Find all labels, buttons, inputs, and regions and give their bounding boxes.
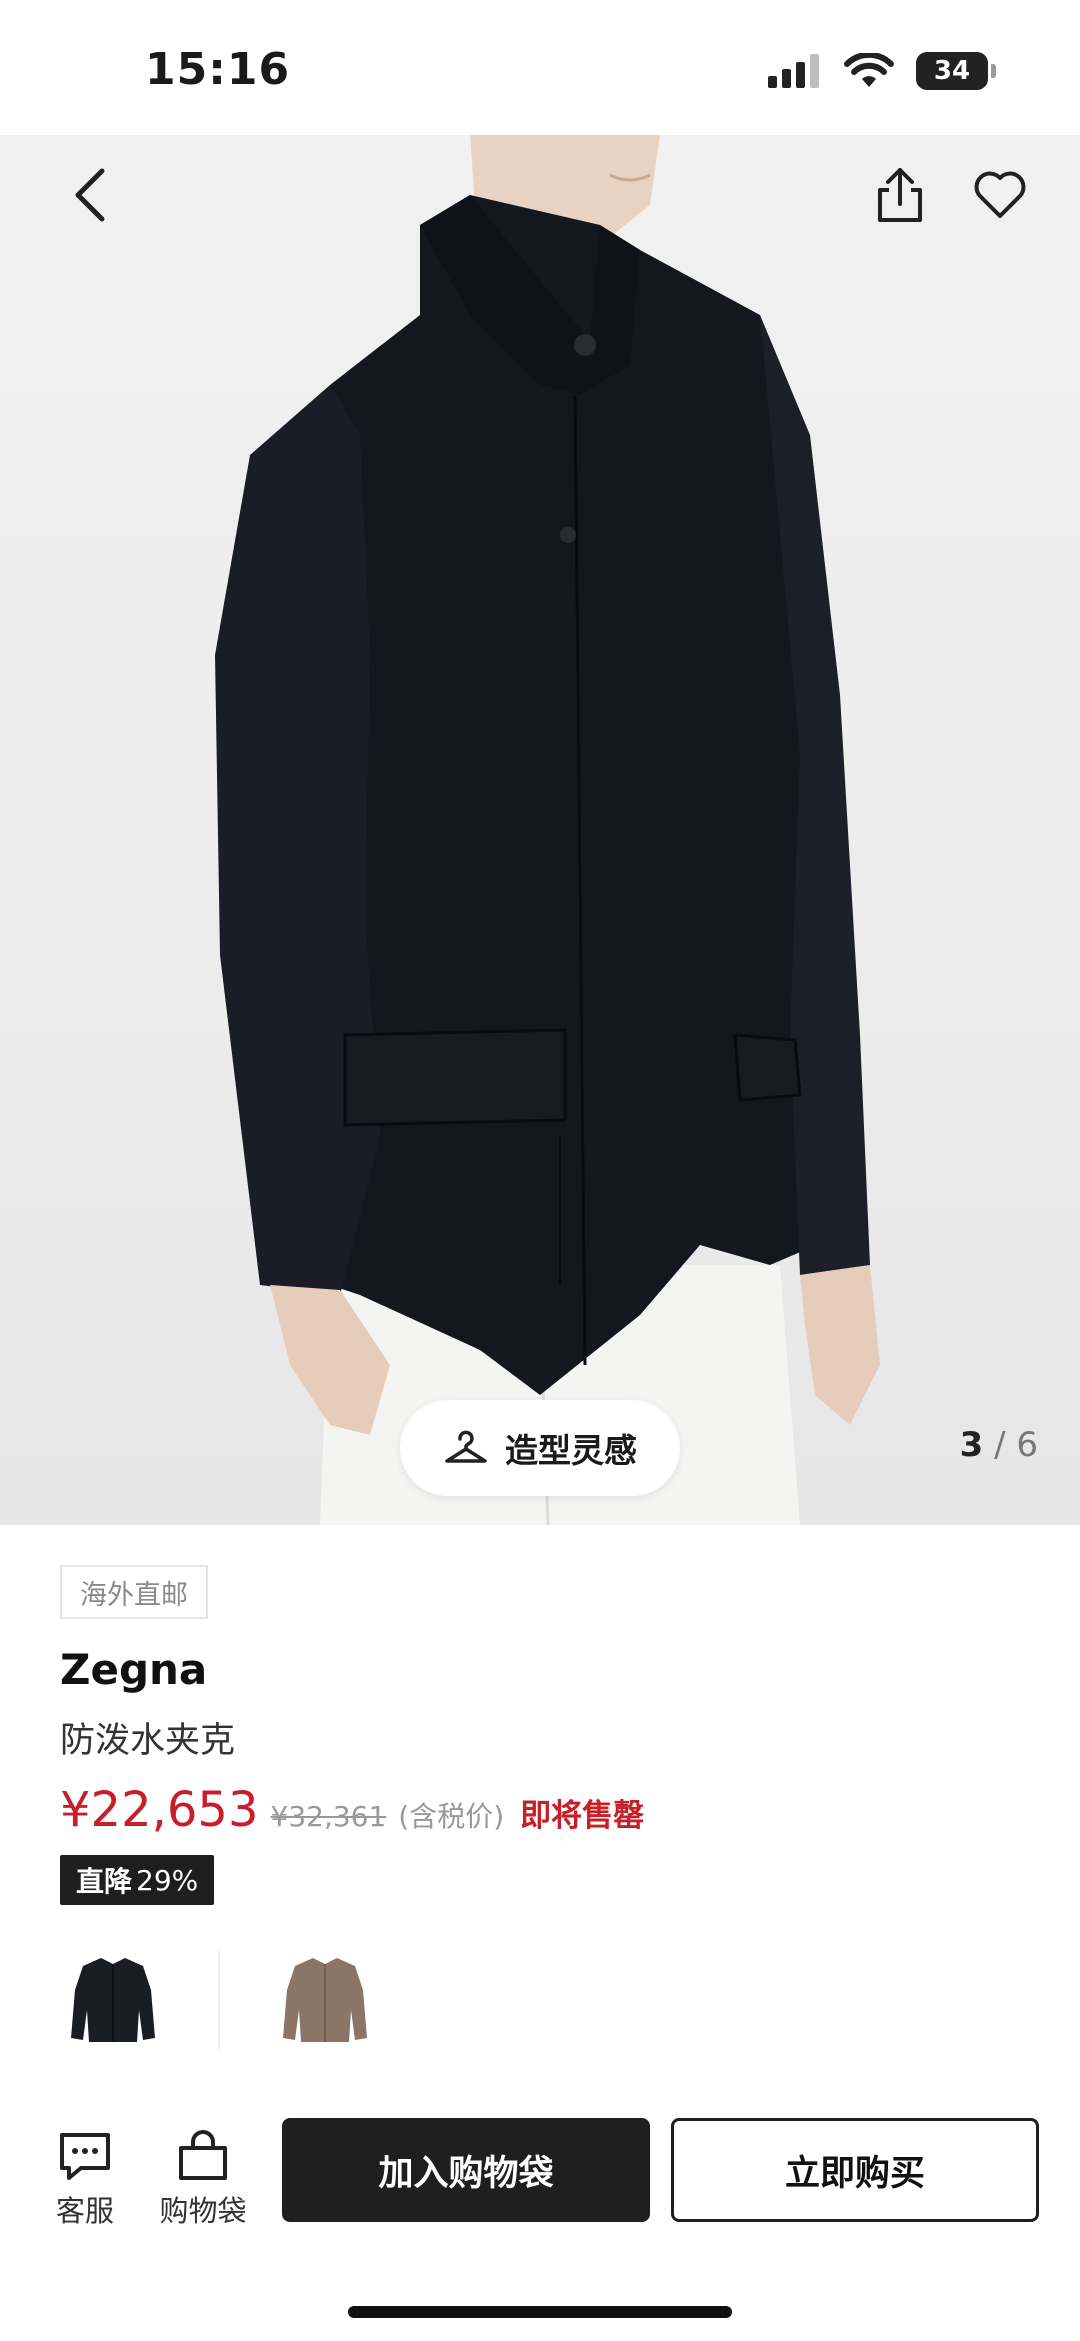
product-name: 防泼水夹克 bbox=[60, 1721, 236, 1761]
buy-now-button[interactable]: 立即购买 bbox=[671, 2118, 1039, 2222]
pager-total: 6 bbox=[1016, 1425, 1038, 1465]
chevron-left-icon bbox=[75, 168, 105, 222]
wifi-icon bbox=[844, 53, 894, 87]
color-swatches bbox=[48, 1940, 390, 2060]
home-indicator[interactable] bbox=[348, 2306, 732, 2318]
pager-separator: / bbox=[994, 1425, 1006, 1465]
pager-current: 3 bbox=[959, 1425, 984, 1465]
swatch-brown[interactable] bbox=[260, 1940, 390, 2060]
price-row: ¥22,653 ¥32,361 (含税价) 即将售罄 bbox=[60, 1782, 644, 1838]
hanger-icon bbox=[445, 1430, 487, 1463]
favorite-button[interactable] bbox=[958, 155, 1042, 235]
stock-status: 即将售罄 bbox=[520, 1798, 645, 1834]
style-inspiration-label: 造型灵感 bbox=[505, 1431, 637, 1470]
overseas-direct-tag: 海外直邮 bbox=[60, 1565, 208, 1619]
discount-value: 29% bbox=[136, 1863, 199, 1897]
signal-icon bbox=[768, 54, 819, 88]
bottom-action-bar: 客服 购物袋 加入购物袋 立即购买 bbox=[0, 2090, 1080, 2270]
heart-icon bbox=[974, 171, 1026, 218]
product-image-gallery[interactable]: 造型灵感 3 / 6 bbox=[0, 135, 1080, 1525]
status-bar: 15:16 34 bbox=[0, 0, 1080, 135]
shopping-bag-label: 购物袋 bbox=[159, 2194, 247, 2228]
status-time: 15:16 bbox=[145, 44, 291, 95]
jacket-thumbnail-brown bbox=[283, 1958, 367, 2042]
discount-badge: 直降 29% bbox=[60, 1855, 215, 1905]
jacket-thumbnail-black bbox=[71, 1958, 155, 2042]
swatch-divider bbox=[218, 1950, 220, 2050]
customer-service-button[interactable]: 客服 bbox=[30, 2130, 140, 2230]
original-price: ¥32,361 bbox=[270, 1800, 387, 1833]
status-icons: 34 bbox=[768, 52, 996, 90]
image-pager: 3 / 6 bbox=[960, 1425, 1038, 1465]
current-price: ¥22,653 bbox=[60, 1782, 259, 1838]
swatch-black[interactable] bbox=[48, 1940, 178, 2060]
battery-level: 34 bbox=[933, 56, 971, 86]
discount-prefix: 直降 bbox=[76, 1865, 133, 1898]
share-icon bbox=[878, 168, 922, 222]
product-brand[interactable]: Zegna bbox=[60, 1645, 207, 1694]
chat-icon bbox=[60, 2133, 110, 2180]
shopping-bag-icon bbox=[179, 2130, 227, 2180]
product-photo bbox=[215, 135, 880, 1525]
style-inspiration-button[interactable]: 造型灵感 bbox=[400, 1400, 680, 1496]
add-to-bag-button[interactable]: 加入购物袋 bbox=[282, 2118, 650, 2222]
back-button[interactable] bbox=[50, 155, 130, 235]
shopping-bag-button[interactable]: 购物袋 bbox=[148, 2130, 258, 2230]
battery-icon: 34 bbox=[916, 52, 996, 90]
share-button[interactable] bbox=[860, 155, 940, 235]
customer-service-label: 客服 bbox=[55, 2194, 114, 2228]
tax-included-note: (含税价) bbox=[398, 1800, 505, 1833]
